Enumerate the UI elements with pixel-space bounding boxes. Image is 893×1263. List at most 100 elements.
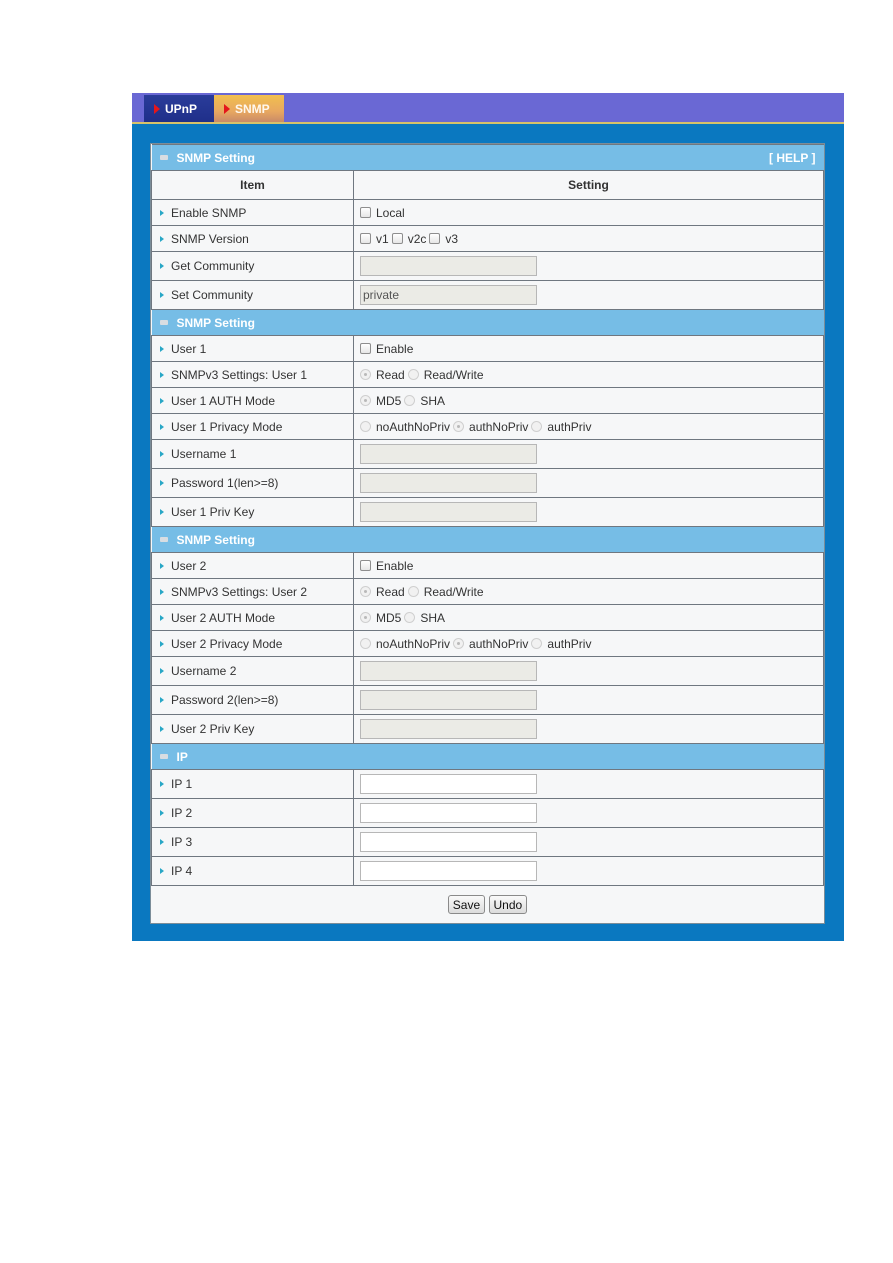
row-label-cell: IP 1 [151, 769, 354, 799]
snmpv3-settings-user-2-read-label[interactable]: Read [376, 585, 405, 599]
snmpv3-settings-user-2-read-radio-button[interactable] [360, 585, 371, 597]
row-label-cell: Username 1 [151, 439, 354, 469]
user-1-privacy-mode-noauthnopriv-label[interactable]: noAuthNoPriv [376, 420, 450, 434]
snmpv3-settings-user-1-read-label[interactable]: Read [376, 368, 405, 382]
user-1-privacy-mode-authnopriv-radio-button[interactable] [453, 420, 465, 432]
user-1-enable-checkbox[interactable] [360, 342, 371, 354]
username-2-input[interactable] [360, 661, 537, 681]
enable-snmp-local-label[interactable]: Local [376, 206, 405, 220]
table-row: SNMPv3 Settings: User 1 Read Read/Write [151, 361, 824, 388]
settings-table: SNMP Setting [ HELP ] Item Setting Enabl… [151, 144, 824, 924]
row-label-cell: User 1 Privacy Mode [151, 413, 354, 440]
snmpv3-settings-user-1-read-write-radio-button[interactable] [407, 368, 419, 380]
tab-upnp-label: UPnP [165, 102, 198, 116]
snmp-version-v2c-label[interactable]: v2c [408, 232, 427, 246]
set-community-input[interactable] [360, 285, 537, 305]
bullet-arrow-icon [160, 397, 164, 404]
user-1-privacy-mode-noauthnopriv-radio-button[interactable] [360, 420, 371, 432]
section-header-cell: IP [151, 743, 824, 770]
help-link[interactable]: [ HELP ] [769, 151, 815, 165]
user-2-auth-mode-md5-label[interactable]: MD5 [376, 611, 401, 625]
table-row: User 1 Priv Key [151, 497, 824, 527]
table-row: IP 2 [151, 798, 824, 828]
row-label-cell: IP 4 [151, 856, 354, 886]
row-value-cell [353, 468, 824, 498]
user-2-auth-mode-md5-radio-button[interactable] [360, 611, 371, 623]
bullet-arrow-icon [160, 345, 164, 352]
table-row: IP 3 [151, 827, 824, 857]
ip-4-input[interactable] [360, 861, 537, 881]
user-2-enable-checkbox[interactable] [360, 559, 371, 571]
ip-1-input[interactable] [360, 774, 537, 794]
row-value-cell [353, 497, 824, 527]
user-1-auth-mode-sha-label[interactable]: SHA [420, 394, 445, 408]
snmp-version-v3-label[interactable]: v3 [445, 232, 458, 246]
snmp-version-v2c-checkbox[interactable] [391, 232, 403, 244]
snmpv3-settings-user-2-read-write-radio-button[interactable] [407, 585, 419, 597]
password-1-len-8-input[interactable] [360, 473, 537, 493]
user-2-privacy-mode-authpriv-radio-button[interactable] [531, 637, 543, 649]
red-arrow-icon [224, 104, 230, 114]
row-value-cell [353, 714, 824, 744]
row-label-cell: IP 3 [151, 827, 354, 857]
user-1-privacy-mode-authpriv-radio-button[interactable] [531, 420, 543, 432]
row-label: Username 2 [171, 664, 237, 678]
table-row: IP 1 [151, 769, 824, 799]
row-label-cell: Username 2 [151, 656, 354, 686]
user-1-auth-mode-md5-label[interactable]: MD5 [376, 394, 401, 408]
username-1-input[interactable] [360, 444, 537, 464]
snmp-version-v1-checkbox[interactable] [360, 232, 371, 244]
table-row: User 1 AUTH Mode MD5 SHA [151, 387, 824, 414]
snmpv3-settings-user-1-read-write-label[interactable]: Read/Write [424, 368, 484, 382]
user-1-privacy-mode-authpriv-label[interactable]: authPriv [547, 420, 591, 434]
ip-3-input[interactable] [360, 832, 537, 852]
user-2-privacy-mode-authnopriv-label[interactable]: authNoPriv [469, 637, 528, 651]
row-value-cell: Local [353, 199, 824, 226]
row-label-cell: Password 1(len>=8) [151, 468, 354, 498]
row-label: Password 1(len>=8) [171, 476, 279, 490]
user-1-privacy-mode-authnopriv-label[interactable]: authNoPriv [469, 420, 528, 434]
enable-snmp-local-checkbox[interactable] [360, 206, 371, 218]
row-label: Enable SNMP [171, 205, 247, 220]
save-button[interactable]: Save [447, 895, 486, 915]
snmp-version-v3-checkbox[interactable] [429, 232, 441, 244]
user-2-auth-mode-sha-label[interactable]: SHA [420, 611, 445, 625]
row-label-cell: SNMPv3 Settings: User 1 [151, 361, 354, 388]
user-2-auth-mode-sha-radio-button[interactable] [404, 611, 416, 623]
section-header: SNMP Setting [151, 526, 824, 553]
tab-snmp[interactable]: SNMP [214, 95, 284, 122]
row-label-cell: User 2 [151, 552, 354, 579]
bullet-arrow-icon [160, 668, 164, 674]
table-row: Password 2(len>=8) [151, 685, 824, 715]
row-label-cell: User 2 AUTH Mode [151, 604, 354, 631]
row-label-cell: Get Community [151, 251, 354, 281]
undo-button[interactable]: Undo [488, 895, 528, 915]
user-1-auth-mode-sha-radio-button[interactable] [404, 394, 416, 406]
get-community-input[interactable] [360, 256, 537, 276]
row-label: SNMPv3 Settings: User 1 [171, 367, 308, 382]
user-2-privacy-mode-authnopriv-radio-button[interactable] [453, 637, 465, 649]
password-2-len-8-input[interactable] [360, 690, 537, 710]
user-2-privacy-mode-noauthnopriv-label[interactable]: noAuthNoPriv [376, 637, 450, 651]
user-2-enable-label[interactable]: Enable [376, 559, 413, 573]
row-label: IP 4 [171, 864, 193, 878]
bullet-arrow-icon [160, 562, 164, 569]
row-value-cell [353, 769, 824, 799]
snmpv3-settings-user-2-read-write-label[interactable]: Read/Write [424, 585, 484, 599]
row-value-cell: MD5 SHA [353, 604, 824, 631]
row-label: Username 1 [171, 447, 237, 461]
ip-2-input[interactable] [360, 803, 537, 823]
snmpv3-settings-user-1-read-radio-button[interactable] [360, 368, 371, 380]
user-1-enable-label[interactable]: Enable [376, 342, 413, 356]
user-2-privacy-mode-authpriv-label[interactable]: authPriv [547, 637, 591, 651]
user-2-privacy-mode-noauthnopriv-radio-button[interactable] [360, 637, 371, 649]
snmp-config-frame: UPnP SNMP SNMP Setting [ HELP ] Item Set… [132, 93, 844, 941]
bullet-arrow-icon [160, 588, 164, 595]
snmp-version-v1-label[interactable]: v1 [376, 232, 389, 246]
user-1-priv-key-input[interactable] [360, 502, 537, 522]
user-2-priv-key-input[interactable] [360, 719, 537, 739]
tab-upnp[interactable]: UPnP [144, 95, 214, 122]
user-1-auth-mode-md5-radio-button[interactable] [360, 394, 371, 406]
settings-panel: SNMP Setting [ HELP ] Item Setting Enabl… [150, 143, 825, 924]
table-row: Username 2 [151, 656, 824, 686]
